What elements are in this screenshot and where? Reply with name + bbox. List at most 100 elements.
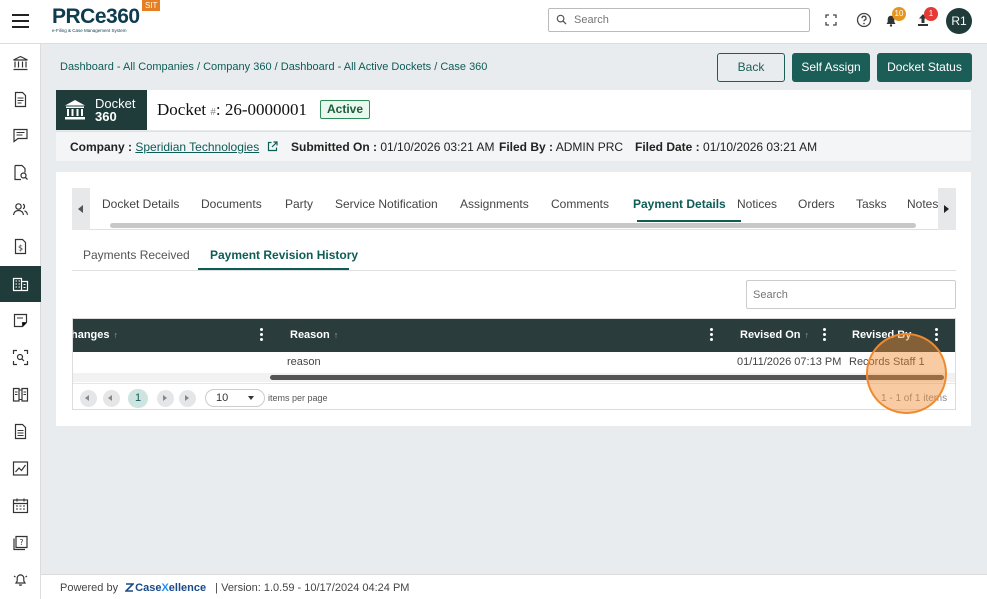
last-page-icon (185, 395, 189, 401)
first-page-button[interactable] (80, 390, 97, 407)
nav-item-notes[interactable] (0, 303, 41, 339)
nav-item-help[interactable]: ? (0, 525, 41, 561)
nav-item-scan[interactable] (0, 340, 41, 376)
help-book-icon: ? (13, 535, 28, 551)
back-button[interactable]: Back (717, 53, 785, 82)
hamburger-menu-icon[interactable] (12, 14, 29, 28)
nav-item-files[interactable] (0, 414, 41, 450)
subtab-payment-revision-history[interactable]: Payment Revision History (210, 248, 358, 262)
nav-item-search-documents[interactable] (0, 155, 41, 191)
tabs-scrollbar[interactable] (110, 223, 916, 228)
previous-page-button[interactable] (103, 390, 120, 407)
sort-arrow-icon[interactable]: ↑ (805, 330, 810, 340)
next-page-button[interactable] (157, 390, 174, 407)
nav-item-company[interactable] (0, 266, 41, 302)
sort-arrow-icon[interactable]: ↑ (334, 330, 339, 340)
tabs-scroll-left[interactable] (72, 188, 90, 230)
submitted-label: Submitted On : (291, 140, 377, 154)
column-header-changes-label: hanges (72, 329, 110, 341)
revision-history-grid: hanges ↑ Reason ↑ Revised On ↑ Revised By r… (72, 318, 956, 410)
subtab-divider (72, 270, 956, 271)
docket-title-number: : 26-0000001 (215, 100, 307, 119)
company-link[interactable]: Speridian Technologies (135, 140, 259, 154)
tab-payment-details[interactable]: Payment Details (633, 197, 726, 211)
logo-text: PRCe360 (52, 5, 140, 28)
brand-x: X (161, 582, 169, 594)
active-tab-indicator (637, 220, 741, 222)
tabs-scroll-right[interactable] (938, 188, 956, 230)
building-icon (12, 277, 29, 292)
column-menu-icon[interactable] (710, 328, 714, 342)
grid-search-input[interactable] (753, 287, 948, 302)
column-menu-icon[interactable] (260, 328, 264, 342)
docket-number: Docket #: 26-0000001 (157, 100, 307, 120)
app-logo[interactable]: PRCe360 e-Filing & Case Management Syste… (52, 6, 142, 38)
scrollbar-thumb[interactable] (270, 375, 944, 380)
breadcrumb-all-companies[interactable]: Dashboard - All Companies (60, 61, 194, 73)
tab-orders[interactable]: Orders (798, 197, 835, 211)
tab-documents[interactable]: Documents (201, 197, 262, 211)
subtab-payments-received[interactable]: Payments Received (83, 248, 190, 262)
last-page-button[interactable] (179, 390, 196, 407)
brand-case: Case (135, 582, 162, 594)
company-label: Company : (70, 140, 133, 154)
env-badge: SIT (142, 0, 161, 11)
current-page[interactable]: 1 (128, 389, 148, 408)
tab-notes[interactable]: Notes (907, 197, 938, 211)
nav-item-alerts[interactable] (0, 562, 41, 598)
column-menu-icon[interactable] (823, 328, 827, 342)
page-size-select[interactable]: 10 (205, 389, 265, 407)
breadcrumb-company-360[interactable]: Company 360 (203, 61, 272, 73)
cell-revised-on: 01/11/2026 07:13 PM (737, 356, 842, 368)
grid-search[interactable] (746, 280, 956, 309)
chart-icon (12, 461, 29, 476)
search-icon (556, 14, 567, 25)
breadcrumb: Dashboard - All Companies / Company 360 … (60, 61, 487, 73)
self-assign-button[interactable]: Self Assign (792, 53, 870, 82)
external-link-icon[interactable] (267, 141, 278, 152)
casexellence-brand[interactable]: CaseXellence (135, 582, 206, 594)
filed-date-info: Filed Date : 01/10/2026 03:21 AM (635, 140, 817, 154)
tab-tasks[interactable]: Tasks (856, 197, 887, 211)
nav-item-payments[interactable]: $ (0, 229, 41, 265)
column-menu-icon[interactable] (935, 328, 939, 342)
first-page-icon (85, 395, 89, 401)
nav-item-library[interactable] (0, 377, 41, 413)
tab-service-notification[interactable]: Service Notification (335, 197, 438, 211)
docket-status-button[interactable]: Docket Status (877, 53, 972, 82)
user-avatar[interactable]: R1 (946, 8, 972, 34)
book-icon (12, 387, 29, 402)
tab-notices[interactable]: Notices (737, 197, 777, 211)
docket-title-prefix: Docket (157, 100, 207, 119)
search-document-icon (14, 164, 28, 181)
chevron-left-icon (108, 395, 112, 401)
calendar-icon (12, 498, 29, 514)
nav-item-documents[interactable] (0, 82, 41, 118)
sort-arrow-icon[interactable]: ↑ (114, 330, 119, 340)
grid-horizontal-scrollbar[interactable] (73, 373, 955, 382)
nav-item-calendar[interactable] (0, 488, 41, 524)
nav-item-reports[interactable] (0, 451, 41, 487)
company-info: Company : Speridian Technologies (70, 140, 278, 154)
tab-party[interactable]: Party (285, 197, 313, 211)
column-header-changes[interactable]: hanges ↑ (72, 329, 119, 341)
global-search[interactable] (548, 8, 810, 32)
help-icon[interactable] (855, 11, 873, 29)
nav-item-bank[interactable] (0, 46, 41, 82)
fullscreen-icon[interactable] (822, 11, 840, 29)
submitted-info: Submitted On : 01/10/2026 03:21 AM (291, 140, 494, 154)
breadcrumb-separator: / (193, 61, 204, 73)
column-header-reason[interactable]: Reason ↑ (290, 329, 338, 341)
tab-assignments[interactable]: Assignments (460, 197, 529, 211)
tab-docket-details[interactable]: Docket Details (102, 197, 179, 211)
breadcrumb-all-active-dockets[interactable]: Dashboard - All Active Dockets (281, 61, 431, 73)
breadcrumb-separator: / (431, 61, 441, 73)
docket-info-bar: Company : Speridian Technologies Submitt… (56, 131, 971, 161)
version-text: | Version: 1.0.59 - 10/17/2024 04:24 PM (215, 582, 410, 594)
nav-item-users[interactable] (0, 192, 41, 228)
column-header-revised-on[interactable]: Revised On ↑ (740, 329, 809, 341)
global-search-input[interactable] (574, 12, 804, 28)
tab-comments[interactable]: Comments (551, 197, 609, 211)
click-highlight-marker (866, 333, 947, 414)
nav-item-comments[interactable] (0, 118, 41, 154)
